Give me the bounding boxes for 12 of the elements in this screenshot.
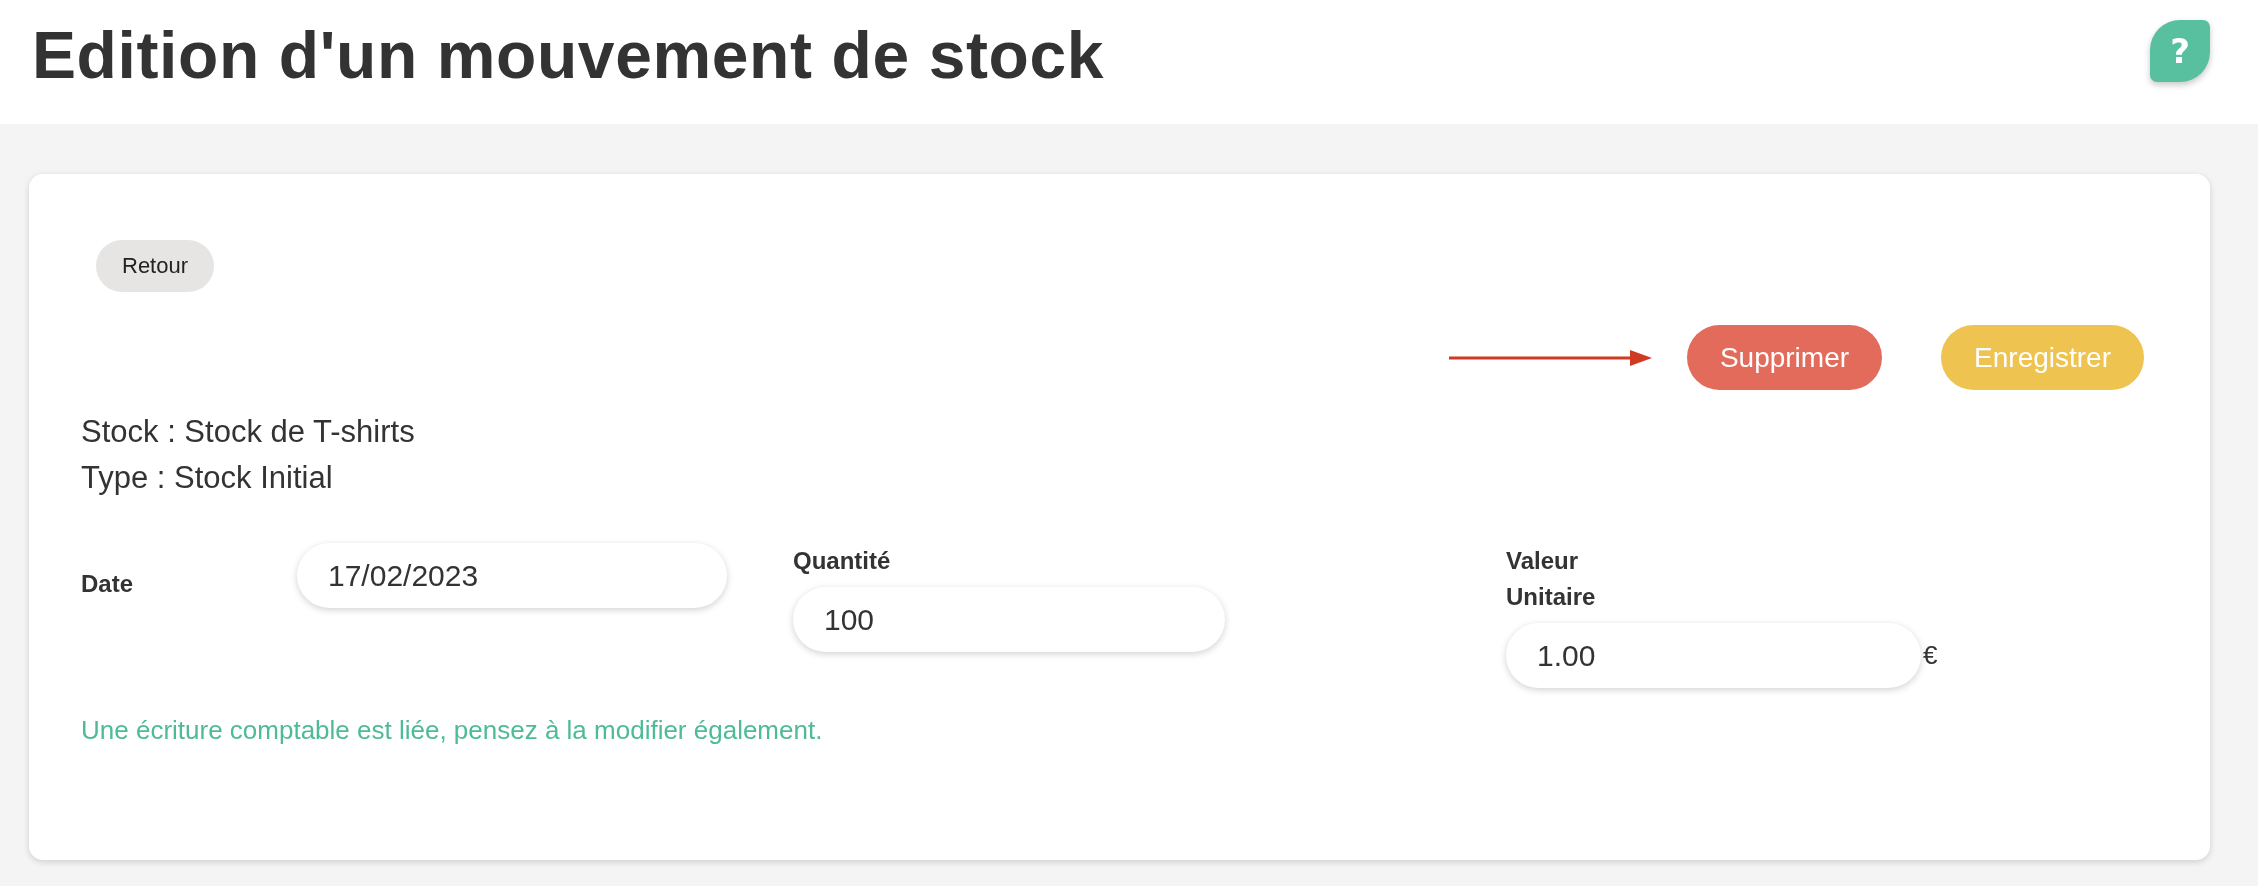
quantity-label: Quantité [793,546,892,576]
page-title: Edition d'un mouvement de stock [32,22,1105,88]
quantity-field[interactable]: 100 [793,587,1225,652]
unit-price-label: Valeur Unitaire [1506,546,1597,612]
info-text: Stock : Stock de T-shirts [81,413,415,451]
back-button[interactable]: Retour [96,240,215,292]
date-label: Date [81,568,135,599]
notice-text: Une écriture comptable est liée, pensez à la modifier également. [81,714,823,747]
currency-symbol: € [1923,640,1938,671]
info-text: Type : Stock Initial [81,459,333,497]
date-field[interactable]: 17/02/2023 [297,543,727,608]
unit-price-field[interactable]: 1.00 [1506,623,1921,688]
